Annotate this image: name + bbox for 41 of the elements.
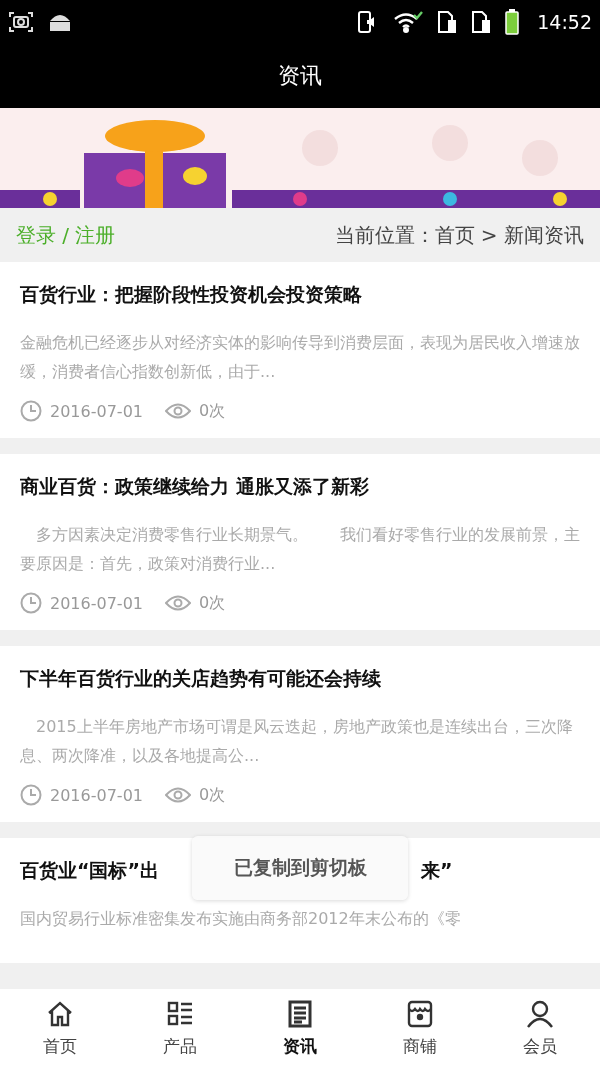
article-card[interactable]: 百货业“国标”出 已复制到剪切板 来” 国内贸易行业标准密集发布实施由商务部2012年末公布的《零: [0, 838, 600, 963]
sim-card-icon: [437, 10, 458, 34]
article-summary: 多方因素决定消费零售行业长期景气。 我们看好零售行业的发展前景，主要原因是：首先，政策对消费行业...: [20, 524, 580, 575]
article-date: 2016-07-01: [50, 785, 143, 805]
view-count: 0次: [199, 784, 226, 806]
toast-message: 已复制到剪切板: [192, 836, 408, 900]
tab-bar-item[interactable]: 会员: [480, 989, 600, 1067]
article-title: 百货行业：把握阶段性投资机会投资策略: [20, 282, 362, 307]
article-title: 下半年百货行业的关店趋势有可能还会持续: [20, 666, 381, 691]
clock-icon: [20, 592, 42, 614]
view-count: 0次: [199, 400, 226, 422]
sim-card-icon: [471, 10, 492, 34]
article-title: 来”: [421, 858, 453, 883]
article-card[interactable]: 商业百货：政策继续给力 通胀又添了新彩 多方因素决定消费零售行业长期景气。 我们看好零售行业的发展前景，主要原因是：首先，政策对消费行业... 2016-07-01 0次: [0, 454, 600, 630]
wifi-icon: [393, 10, 424, 34]
status-time: 14:52: [537, 11, 592, 33]
article-title: 商业百货：政策继续给力 通胀又添了新彩: [20, 474, 369, 499]
screenshot-icon: [8, 11, 34, 33]
eye-icon: [165, 402, 191, 420]
article-date: 2016-07-01: [50, 401, 143, 421]
breadcrumb: 当前位置：首页 > 新闻资讯: [334, 221, 584, 249]
article-title: 百货业“国标”出: [20, 858, 159, 883]
article-summary: 2015上半年房地产市场可谓是风云迭起，房地产政策也是连续出台，三次降息、两次降准，以及各地提高公...: [20, 716, 574, 767]
user-icon: [525, 998, 555, 1029]
shop-icon: [405, 998, 435, 1029]
eye-icon: [165, 786, 191, 804]
article-date: 2016-07-01: [50, 593, 143, 613]
battery-icon: [505, 9, 520, 35]
tab-bar-item[interactable]: 商铺: [360, 989, 480, 1067]
clock-icon: [20, 400, 42, 422]
clock-icon: [20, 784, 42, 806]
article-summary: 金融危机已经逐步从对经济实体的影响传导到消费层面，表现为居民收入增速放缓，消费者信心指数创新低，由于...: [20, 332, 580, 383]
view-count: 0次: [199, 592, 226, 614]
tab-bar-item[interactable]: 产品: [120, 989, 240, 1067]
article-card[interactable]: 百货行业：把握阶段性投资机会投资策略 金融危机已经逐步从对经济实体的影响传导到消费层面，表现为居民收入增速放缓，消费者信心指数创新低，由于... 2016-07-01 0次: [0, 262, 600, 438]
article-summary: 国内贸易行业标准密集发布实施由商务部2012年末公布的《零: [20, 908, 462, 930]
article-card[interactable]: 下半年百货行业的关店趋势有可能还会持续 2015上半年房地产市场可谓是风云迭起，房地产政策也是连续出台，三次降息、两次降准，以及各地提高公... 2016-07-01 0次: [0, 646, 600, 822]
page-title: 资讯: [278, 62, 322, 90]
tab-bar-item[interactable]: 首页: [0, 989, 120, 1067]
tab-bar-item[interactable]: 资讯: [240, 989, 360, 1067]
eye-icon: [165, 594, 191, 612]
